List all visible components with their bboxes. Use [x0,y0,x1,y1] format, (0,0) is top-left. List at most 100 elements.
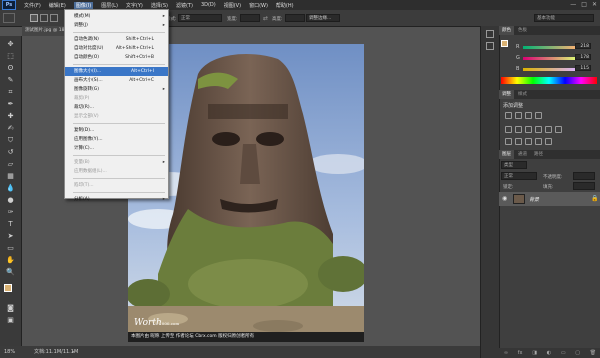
dodge-tool-icon[interactable]: ● [6,196,15,205]
add-selection-icon[interactable] [40,14,48,22]
eyedropper-tool-icon[interactable]: ✒ [6,100,15,109]
zoom-level[interactable]: 18% [4,346,15,358]
refine-edge-button[interactable]: 调整边缘... [306,14,340,22]
black-white-icon[interactable] [535,126,542,133]
image-menu-item[interactable]: 调整(J) ▸ [65,21,168,30]
b-slider[interactable] [523,68,577,71]
path-select-tool-icon[interactable]: ➤ [6,232,15,241]
tab-swatches[interactable]: 色板 [515,26,530,35]
pen-tool-icon[interactable]: ✑ [6,208,15,217]
crop-tool-icon[interactable]: ⌗ [6,88,15,97]
menu-select[interactable]: 选择(S) [151,2,168,9]
maximize-button[interactable]: □ [581,1,587,8]
foreground-color-chip[interactable] [501,40,508,47]
menu-image[interactable]: 图像(I) [73,1,94,9]
adjustment-layer-icon[interactable]: ◐ [547,350,551,356]
image-menu-item[interactable]: 裁切(R)... [65,103,168,112]
eraser-tool-icon[interactable]: ▱ [6,160,15,169]
marquee-tool-icon[interactable]: ⬚ [6,52,15,61]
tab-color[interactable]: 颜色 [499,26,514,35]
menu-layer[interactable]: 图层(L) [101,2,118,9]
threshold-icon[interactable] [525,138,532,145]
lasso-tool-icon[interactable]: ʘ [6,64,15,73]
tab-paths[interactable]: 路径 [531,150,546,159]
width-input[interactable] [240,14,260,22]
vibrance-icon[interactable] [505,126,512,133]
image-menu-item[interactable]: 复制(D)... [65,126,168,135]
image-menu-item[interactable]: 图像旋转(G) ▸ [65,85,168,94]
brush-tool-icon[interactable]: ✍ [6,124,15,133]
image-menu-item[interactable]: 图像大小(I)... Alt+Ctrl+I [65,67,168,76]
blur-tool-icon[interactable]: 💧 [6,184,15,193]
history-brush-tool-icon[interactable]: ↺ [6,148,15,157]
history-panel-icon[interactable] [486,30,494,38]
selective-color-icon[interactable] [545,138,552,145]
link-layers-icon[interactable]: ∞ [504,350,508,356]
move-tool-icon[interactable]: ✥ [6,40,15,49]
image-menu-item[interactable]: 自动对比度(U) Alt+Shift+Ctrl+L [65,44,168,53]
menu-edit[interactable]: 编辑(E) [49,2,66,9]
tab-layers[interactable]: 图层 [499,150,514,159]
height-input[interactable] [285,14,305,22]
healing-brush-tool-icon[interactable]: ✚ [6,112,15,121]
shape-tool-icon[interactable]: ▭ [6,244,15,253]
color-spectrum-bar[interactable] [501,77,597,84]
hand-tool-icon[interactable]: ✋ [6,256,15,265]
subtract-selection-icon[interactable] [50,14,58,22]
image-menu-item[interactable]: 自动颜色(O) Shift+Ctrl+B [65,53,168,62]
fill-input[interactable] [573,182,595,190]
new-layer-icon[interactable]: ▢ [575,350,580,356]
menu-3d[interactable]: 3D(D) [201,2,216,8]
clone-stamp-tool-icon[interactable]: ⛉ [6,136,15,145]
close-button[interactable]: ✕ [592,1,597,8]
g-value[interactable]: 178 [575,54,591,60]
gradient-tool-icon[interactable]: ▦ [6,172,15,181]
exposure-icon[interactable] [535,112,542,119]
add-mask-icon[interactable]: ◨ [532,350,537,356]
color-balance-icon[interactable] [525,126,532,133]
menu-window[interactable]: 窗口(W) [249,2,268,9]
marquee-tool-preset[interactable] [3,13,15,23]
quick-mask-icon[interactable]: ◙ [6,304,15,313]
zoom-tool-icon[interactable]: 🔍 [6,268,15,277]
properties-panel-icon[interactable] [486,42,494,50]
type-tool-icon[interactable]: T [6,220,15,229]
tab-adjustments[interactable]: 调整 [499,90,514,99]
blend-mode-select[interactable]: 正常 [501,172,537,180]
menu-filter[interactable]: 滤镜(T) [176,2,193,9]
image-menu-item[interactable]: 分析(A) ▸ [65,195,168,204]
posterize-icon[interactable] [515,138,522,145]
minimize-button[interactable]: — [570,1,576,8]
gradient-map-icon[interactable] [535,138,542,145]
fx-icon[interactable]: fx [518,350,523,356]
quick-select-tool-icon[interactable]: ✎ [6,76,15,85]
layer-row-background[interactable]: ◉ 背景 🔒 [499,192,600,206]
invert-icon[interactable] [505,138,512,145]
menu-type[interactable]: 文字(Y) [126,2,143,9]
menu-view[interactable]: 视图(V) [224,2,241,9]
status-arrow-icon[interactable]: ▸ [72,346,75,358]
trash-icon[interactable]: 🗑 [590,350,596,356]
new-selection-icon[interactable] [30,14,38,22]
tab-styles[interactable]: 样式 [515,90,530,99]
menu-help[interactable]: 帮助(H) [276,2,294,9]
style-select[interactable]: 正常 [178,14,222,22]
b-value[interactable]: 115 [575,65,591,71]
brightness-contrast-icon[interactable] [505,112,512,119]
menu-file[interactable]: 文件(F) [24,2,41,9]
image-menu-item[interactable]: 计算(C)... [65,144,168,153]
r-value[interactable]: 218 [575,43,591,49]
channel-mixer-icon[interactable] [555,126,562,133]
hue-saturation-icon[interactable] [515,126,522,133]
r-slider[interactable] [523,46,577,49]
photo-filter-icon[interactable] [545,126,552,133]
levels-icon[interactable] [515,112,522,119]
layer-name[interactable]: 背景 [529,196,539,203]
curves-icon[interactable] [525,112,532,119]
screen-mode-icon[interactable]: ▣ [6,316,15,325]
tab-channels[interactable]: 通道 [515,150,530,159]
eye-visibility-icon[interactable]: ◉ [502,195,507,202]
layer-kind-filter[interactable]: 类型 [501,161,527,169]
g-slider[interactable] [523,57,577,60]
swap-icon[interactable]: ⇄ [263,15,268,22]
